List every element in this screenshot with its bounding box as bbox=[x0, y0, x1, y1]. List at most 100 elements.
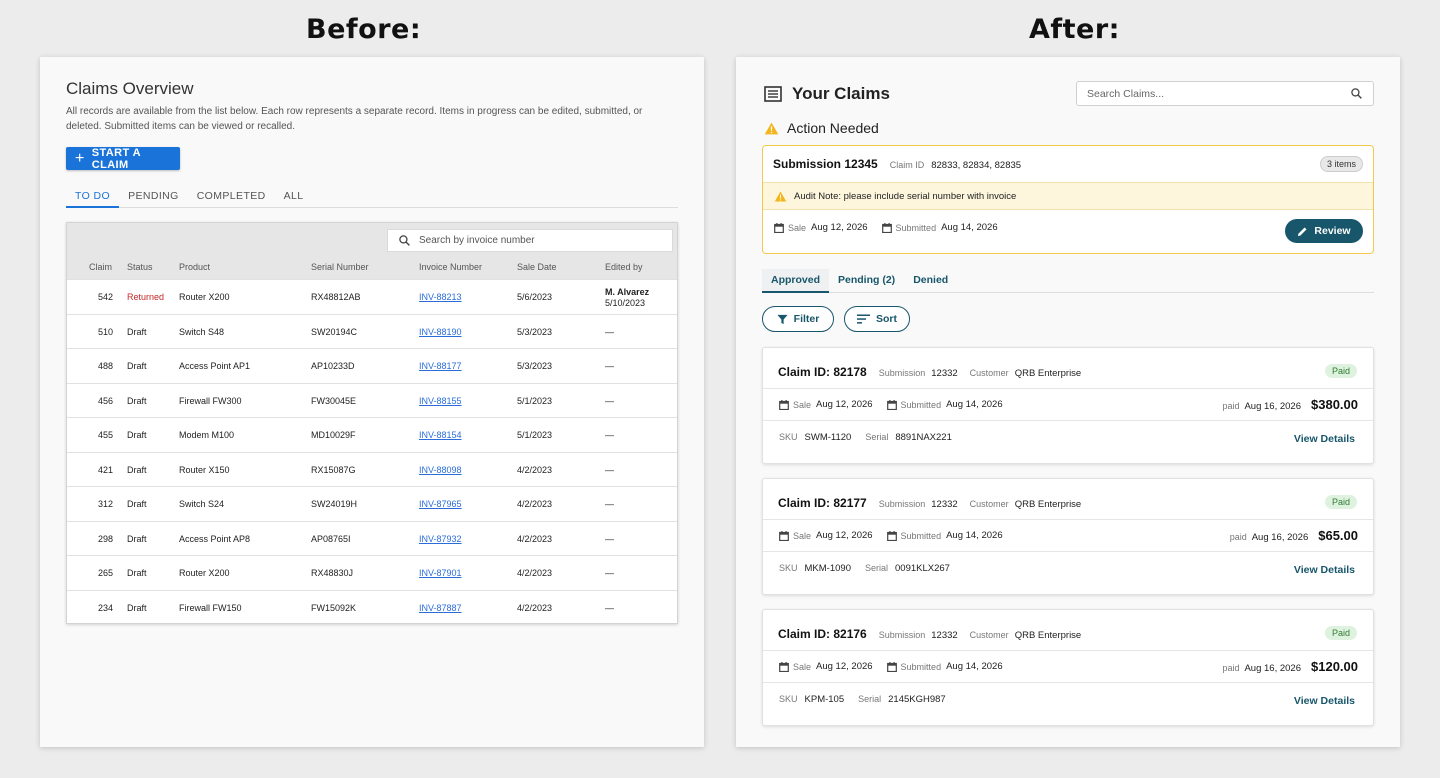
plus-icon: + bbox=[75, 149, 85, 167]
edited-by-cell: — bbox=[605, 430, 614, 440]
tab-to-do[interactable]: TO DO bbox=[66, 187, 120, 208]
view-details-link[interactable]: View Details bbox=[1294, 564, 1355, 576]
customer-value: QRB Enterprise bbox=[1014, 630, 1082, 641]
claim-number: 298 bbox=[97, 533, 113, 544]
claim-number: 265 bbox=[97, 568, 113, 578]
claim-ids: 82833, 82834, 82835 bbox=[931, 160, 1022, 171]
sale-label: Sale bbox=[793, 661, 812, 672]
claim-status-tabs: Approved Pending (2) Denied bbox=[762, 269, 1374, 293]
table-row[interactable]: 542 Returned Router X200 RX48812AB INV-88213… bbox=[67, 279, 677, 314]
invoice-link[interactable]: INV-88213 bbox=[419, 292, 462, 302]
sku-label: SKU bbox=[779, 432, 798, 442]
status-cell: Draft bbox=[127, 430, 147, 440]
sort-label: Sort bbox=[876, 313, 897, 325]
serial-cell: RX15087G bbox=[311, 464, 356, 475]
sale-date-cell: 4/2/2023 bbox=[517, 464, 553, 475]
serial-cell: RX48812AB bbox=[311, 292, 361, 302]
submitted-date: Aug 14, 2026 bbox=[946, 661, 1003, 672]
claim-card-header: Claim ID: 82176 Submission 12332 Customer QR… bbox=[778, 627, 1081, 641]
calendar-icon-wrap bbox=[886, 530, 897, 541]
invoice-link[interactable]: INV-88177 bbox=[419, 361, 462, 371]
claim-card: Claim ID: 82177 Submission 12332 Customer QR… bbox=[762, 478, 1374, 595]
tab-pending[interactable]: PENDING bbox=[119, 187, 188, 208]
serial-cell: AP10233D bbox=[311, 361, 355, 371]
table-row[interactable]: 455 Draft Modem M100 MD10029F INV-88154 5/1/2… bbox=[67, 417, 677, 452]
invoice-link[interactable]: INV-87901 bbox=[419, 568, 462, 578]
paid-date: Aug 16, 2026 bbox=[1244, 663, 1301, 674]
paid-info: paid Aug 16, 2026 $65.00 bbox=[1230, 528, 1358, 543]
table-row[interactable]: 488 Draft Access Point AP1 AP10233D INV-8817… bbox=[67, 348, 677, 383]
edited-by-cell: — bbox=[605, 602, 614, 613]
submitted-label: Submitted bbox=[900, 530, 942, 541]
review-label: Review bbox=[1314, 225, 1351, 237]
serial-label: Serial bbox=[865, 432, 889, 442]
invoice-link[interactable]: INV-87887 bbox=[419, 603, 462, 613]
tab-approved[interactable]: Approved bbox=[762, 269, 830, 293]
invoice-link[interactable]: INV-87965 bbox=[419, 499, 462, 509]
status-badge: Paid bbox=[1324, 364, 1357, 378]
status-tabs: TO DO PENDING COMPLETED ALL bbox=[66, 187, 678, 208]
table-row[interactable]: 312 Draft Switch S24 SW24019H INV-87965 4/2/2… bbox=[67, 486, 677, 521]
customer-value: QRB Enterprise bbox=[1014, 499, 1082, 510]
table-row[interactable]: 421 Draft Router X150 RX15087G INV-88098 4/2/… bbox=[67, 451, 677, 487]
pencil-icon bbox=[1298, 226, 1307, 236]
paid-label: paid bbox=[1229, 532, 1247, 542]
product-cell: Switch S24 bbox=[179, 499, 225, 509]
tab-pending[interactable]: Pending (2) bbox=[829, 269, 904, 293]
sort-button[interactable]: Sort bbox=[844, 306, 910, 332]
invoice-link[interactable]: INV-88190 bbox=[419, 327, 462, 337]
table-row[interactable]: 510 Draft Switch S48 SW20194C INV-88190 5/3/2… bbox=[67, 313, 677, 349]
table-row[interactable]: 456 Draft Firewall FW300 FW30045E INV-88155 5… bbox=[67, 382, 677, 418]
edited-by-cell: — bbox=[605, 361, 614, 371]
customer-label: Customer bbox=[969, 368, 1009, 378]
product-cell: Modem M100 bbox=[179, 430, 235, 440]
product-cell: Router X200 bbox=[179, 568, 230, 578]
review-button[interactable]: Review bbox=[1285, 219, 1363, 243]
invoice-link[interactable]: INV-87932 bbox=[419, 534, 462, 544]
view-details-link[interactable]: View Details bbox=[1294, 695, 1355, 707]
page-title: Claims Overview bbox=[66, 79, 194, 98]
serial-value: 2145KGH987 bbox=[888, 694, 946, 705]
invoice-search-input[interactable]: Search by invoice number bbox=[387, 229, 673, 252]
invoice-search-placeholder: Search by invoice number bbox=[419, 235, 535, 246]
calendar-icon bbox=[779, 661, 789, 672]
invoice-link[interactable]: INV-88098 bbox=[419, 465, 462, 475]
status-badge: Paid bbox=[1324, 626, 1357, 640]
submission-value: 12332 bbox=[931, 499, 958, 510]
serial-label: Serial bbox=[858, 694, 882, 704]
filter-button[interactable]: Filter bbox=[762, 306, 834, 332]
submission-title: Submission 12345 bbox=[773, 157, 878, 171]
column-header-invoice: Invoice Number bbox=[419, 262, 483, 272]
sale-date-cell: 5/6/2023 bbox=[517, 292, 553, 302]
start-claim-button[interactable]: + START A CLAIM bbox=[66, 147, 180, 171]
product-cell: Switch S48 bbox=[179, 326, 225, 337]
claims-search-input[interactable]: Search Claims... bbox=[1076, 81, 1374, 106]
status-badge: Paid bbox=[1324, 495, 1357, 509]
view-details-link[interactable]: View Details bbox=[1294, 433, 1355, 445]
tab-all[interactable]: ALL bbox=[275, 187, 313, 208]
submitted-label: Submitted bbox=[895, 222, 937, 233]
invoice-link[interactable]: INV-88155 bbox=[419, 396, 462, 406]
invoice-link[interactable]: INV-88154 bbox=[419, 430, 462, 440]
calendar-icon bbox=[886, 661, 897, 672]
paid-info: paid Aug 16, 2026 $380.00 bbox=[1222, 397, 1358, 412]
tab-completed[interactable]: COMPLETED bbox=[188, 187, 275, 208]
submitted-label: Submitted bbox=[900, 661, 942, 672]
sku-info: SKU MKM-1090 Serial 0091KLX267 bbox=[779, 563, 964, 574]
customer-label: Customer bbox=[969, 499, 1009, 509]
items-count-badge: 3 items bbox=[1319, 156, 1363, 172]
paid-label: paid bbox=[1222, 401, 1240, 411]
sale-date: Aug 12, 2026 bbox=[816, 399, 873, 410]
tab-denied[interactable]: Denied bbox=[904, 269, 957, 293]
calendar-icon bbox=[886, 399, 897, 410]
filter-icon bbox=[777, 314, 788, 324]
claim-amount: $65.00 bbox=[1318, 528, 1358, 543]
table-row[interactable]: 234 Draft Firewall FW150 FW15092K INV-87887 4… bbox=[67, 589, 677, 625]
claim-card: Claim ID: 82178 Submission 12332 Customer QR… bbox=[762, 347, 1374, 464]
page-description: All records are available from the list … bbox=[66, 106, 643, 132]
table-row[interactable]: 298 Draft Access Point AP8 AP08765I INV-8793… bbox=[67, 520, 677, 556]
table-row[interactable]: 265 Draft Router X200 RX48830J INV-87901 4/2/… bbox=[67, 555, 677, 590]
serial-cell: FW30045E bbox=[311, 395, 357, 406]
product-cell: Access Point AP1 bbox=[179, 361, 251, 371]
edited-by-cell: M. Alvarez 5/10/2023 bbox=[605, 287, 649, 309]
